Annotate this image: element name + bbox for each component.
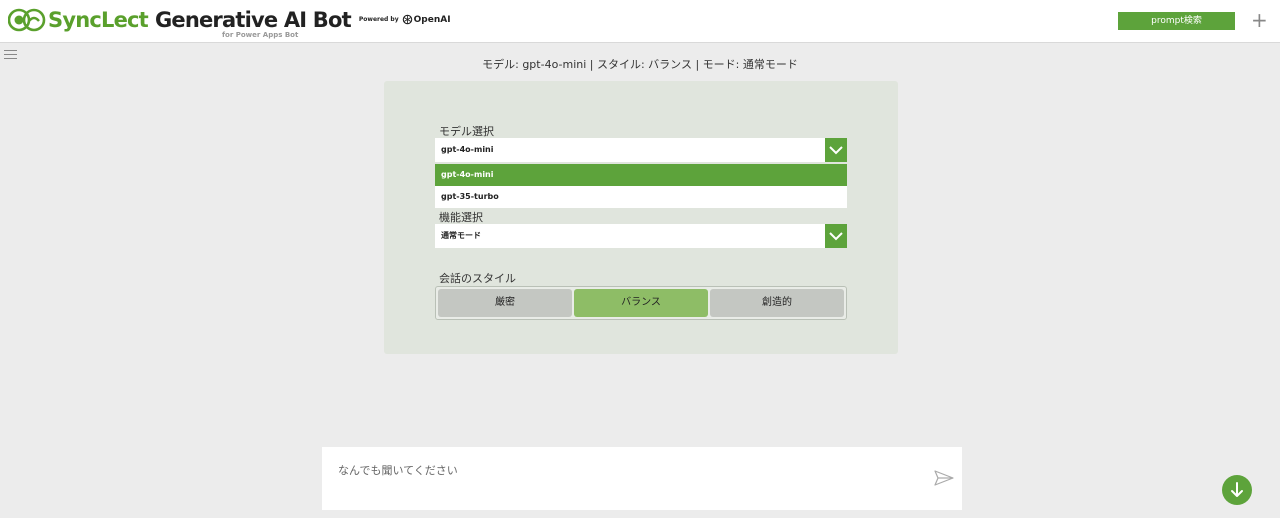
openai-label: OpenAI — [413, 14, 451, 25]
brand-synclect: SyncLect — [48, 8, 149, 32]
conversation-style-label: 会話のスタイル — [439, 272, 516, 285]
style-button-creative[interactable]: 創造的 — [710, 289, 844, 317]
scroll-down-button[interactable] — [1222, 475, 1252, 505]
mode-select-value: 通常モード — [441, 231, 481, 240]
style-button-balance[interactable]: バランス — [574, 289, 708, 317]
prompt-search-button[interactable]: prompt検索 — [1118, 12, 1235, 30]
mode-select[interactable]: 通常モード — [435, 224, 847, 248]
model-select-value: gpt-4o-mini — [441, 145, 494, 154]
chat-input-box — [322, 447, 962, 510]
dropdown-option-gpt-4o-mini[interactable]: gpt-4o-mini — [435, 164, 847, 186]
plus-icon[interactable]: + — [1251, 10, 1268, 30]
synclect-logo-icon — [8, 6, 46, 34]
subbrand-label: for Power Apps Bot — [222, 31, 299, 39]
style-button-strict[interactable]: 厳密 — [438, 289, 572, 317]
powered-by-openai: Powered by OpenAI — [359, 14, 451, 25]
powered-by-label: Powered by — [358, 16, 399, 23]
conversation-style-group: 厳密 バランス 創造的 — [435, 286, 847, 320]
arrow-down-icon — [1231, 482, 1243, 497]
app-header: SyncLect Generative AI Bot Powered by Op… — [0, 0, 1280, 43]
model-select-label: モデル選択 — [439, 125, 494, 138]
settings-panel: モデル選択 gpt-4o-mini gpt-4o-mini gpt-35-tur… — [384, 81, 898, 354]
openai-icon — [402, 14, 412, 25]
chat-input[interactable] — [322, 447, 922, 510]
model-select[interactable]: gpt-4o-mini — [435, 138, 847, 162]
model-dropdown-list: gpt-4o-mini gpt-35-turbo — [435, 164, 847, 208]
send-icon[interactable] — [934, 470, 954, 486]
chevron-down-icon[interactable] — [825, 138, 847, 162]
dropdown-option-gpt-35-turbo[interactable]: gpt-35-turbo — [435, 186, 847, 208]
status-line: モデル: gpt-4o-mini | スタイル: バランス | モード: 通常モ… — [482, 58, 798, 71]
chevron-down-icon[interactable] — [825, 224, 847, 248]
brand-generative-ai-bot: Generative AI Bot — [154, 8, 352, 32]
mode-select-label: 機能選択 — [439, 211, 483, 224]
